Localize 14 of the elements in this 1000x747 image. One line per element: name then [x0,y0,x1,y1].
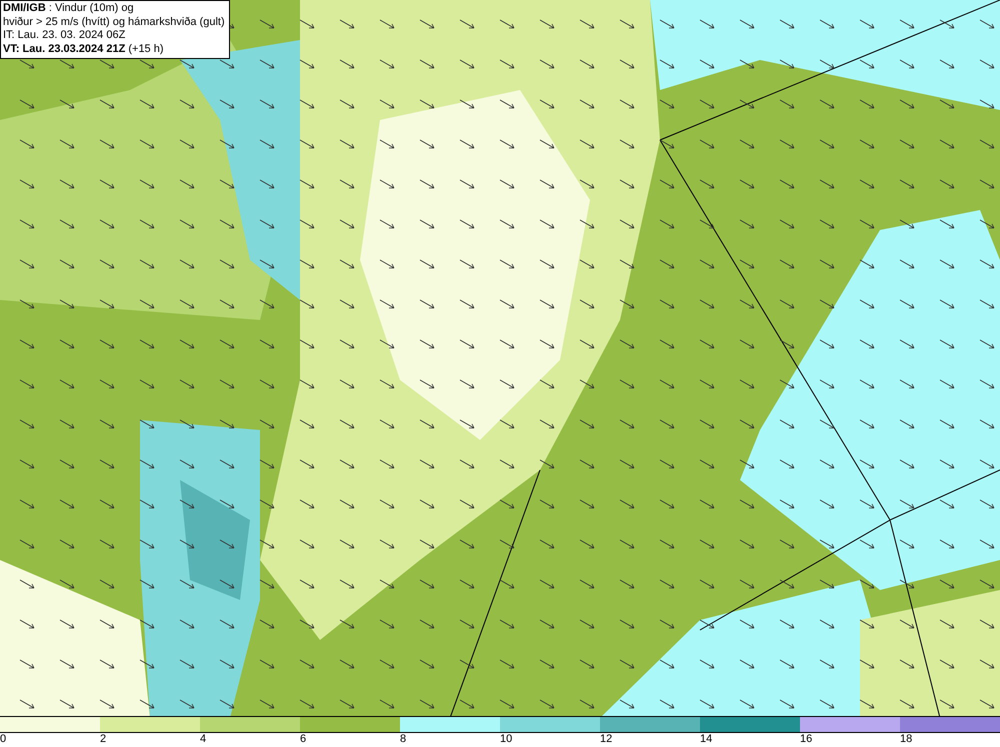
legend-label: 10 [500,733,512,745]
info-text: hviður > 25 m/s (hvítt) og hámarkshviða (gult) [3,16,225,29]
legend-label: 2 [100,733,106,745]
info-text: IT: Lau. 23. 03. 2024 06Z [3,29,126,42]
legend-label: 12 [600,733,612,745]
info-text: DMI/IGB : Vindur (10m) og [3,2,135,16]
legend-label: 6 [300,733,306,745]
legend-label: 4 [200,733,206,745]
legend-label: 0 [0,733,6,745]
legend-label: 8 [400,733,406,745]
legend-label: 14 [700,733,712,745]
legend-label: 16 [800,733,812,745]
legend-label: 18 [900,733,912,745]
info-text: VT: Lau. 23.03.2024 21Z (+15 h) [3,42,165,56]
